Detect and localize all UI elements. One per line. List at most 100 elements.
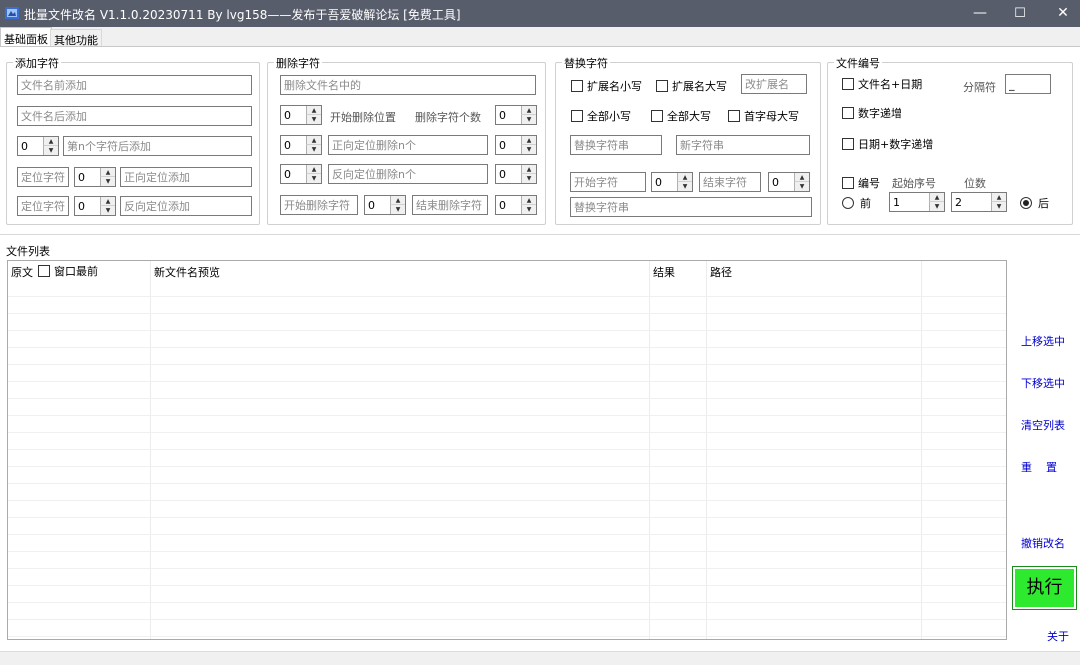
move-up-button[interactable]: 上移选中 <box>1021 333 1065 349</box>
all-lowercase-checkbox[interactable]: 全部小写 <box>571 108 631 124</box>
capitalize-first-checkbox[interactable]: 首字母大写 <box>728 108 799 124</box>
nth-insert-input[interactable] <box>63 136 252 156</box>
file-list-grid[interactable]: 原文 新文件名预览 结果 路径 窗口最前 <box>7 260 1007 640</box>
spinner-up-icon[interactable]: ▲ <box>521 136 536 145</box>
spinner-up-icon[interactable]: ▲ <box>521 196 536 205</box>
delete-text-input[interactable] <box>280 75 536 95</box>
spinner-down-icon[interactable]: ▼ <box>521 145 536 154</box>
spinner-up-icon[interactable]: ▲ <box>794 173 809 182</box>
delete-mid-value[interactable] <box>365 196 389 214</box>
spinner-up-icon[interactable]: ▲ <box>100 197 115 206</box>
column-new-name-preview[interactable]: 新文件名预览 <box>154 264 220 280</box>
column-path[interactable]: 路径 <box>710 264 732 280</box>
spinner-down-icon[interactable]: ▼ <box>521 174 536 183</box>
name-date-checkbox[interactable]: 文件名+日期 <box>842 76 922 92</box>
spinner-up-icon[interactable]: ▲ <box>100 168 115 177</box>
window-topmost-checkbox[interactable]: 窗口最前 <box>38 263 102 278</box>
execute-button[interactable]: 执行 <box>1012 566 1077 610</box>
spinner-up-icon[interactable]: ▲ <box>306 136 321 145</box>
locate-char-input-1[interactable] <box>17 167 69 187</box>
ext-uppercase-checkbox[interactable]: 扩展名大写 <box>656 78 727 94</box>
date-number-increment-checkbox[interactable]: 日期+数字递增 <box>842 136 933 152</box>
spinner-down-icon[interactable]: ▼ <box>521 205 536 214</box>
start-seq-spinner[interactable]: ▲ ▼ <box>889 192 945 212</box>
nth-position-value[interactable] <box>18 137 42 155</box>
spinner-up-icon[interactable]: ▲ <box>306 106 321 115</box>
spinner-down-icon[interactable]: ▼ <box>306 174 321 183</box>
spinner-down-icon[interactable]: ▼ <box>677 182 692 191</box>
tab-basic-panel[interactable]: 基础面板 <box>0 27 52 47</box>
replace-string-input-2[interactable] <box>570 197 812 217</box>
close-button[interactable]: ✕ <box>1040 0 1080 27</box>
spinner-up-icon[interactable]: ▲ <box>43 137 58 146</box>
tab-other-functions[interactable]: 其他功能 <box>50 29 102 47</box>
spinner-down-icon[interactable]: ▼ <box>100 206 115 215</box>
locate-offset-value-1[interactable] <box>75 168 99 186</box>
end-char-input[interactable] <box>699 172 761 192</box>
undo-rename-button[interactable]: 撤销改名 <box>1021 535 1065 551</box>
spinner-down-icon[interactable]: ▼ <box>306 115 321 124</box>
column-result[interactable]: 结果 <box>653 264 675 280</box>
new-string-input[interactable] <box>676 135 810 155</box>
delete-count-value[interactable] <box>496 106 520 124</box>
spinner-up-icon[interactable]: ▲ <box>677 173 692 182</box>
spinner-up-icon[interactable]: ▲ <box>390 196 405 205</box>
forward-delete-n-value[interactable] <box>496 136 520 154</box>
locate-offset-value-2[interactable] <box>75 197 99 215</box>
reverse-delete-n-value[interactable] <box>496 165 520 183</box>
prefix-input[interactable] <box>17 75 252 95</box>
digits-value[interactable] <box>952 193 990 211</box>
start-char-value[interactable] <box>652 173 676 191</box>
spinner-up-icon[interactable]: ▲ <box>306 165 321 174</box>
ext-lowercase-checkbox[interactable]: 扩展名小写 <box>571 78 642 94</box>
spinner-down-icon[interactable]: ▼ <box>521 115 536 124</box>
spinner-down-icon[interactable]: ▼ <box>100 177 115 186</box>
delete-start-value[interactable] <box>281 106 305 124</box>
reverse-delete-n-spinner[interactable]: ▲ ▼ <box>495 164 537 184</box>
nth-position-spinner[interactable]: ▲ ▼ <box>17 136 59 156</box>
forward-delete-input[interactable] <box>328 135 488 155</box>
clear-list-button[interactable]: 清空列表 <box>1021 417 1065 433</box>
suffix-input[interactable] <box>17 106 252 126</box>
end-char-value[interactable] <box>769 173 793 191</box>
maximize-button[interactable]: ☐ <box>997 0 1043 27</box>
delete-count-spinner[interactable]: ▲ ▼ <box>495 105 537 125</box>
delete-end-value[interactable] <box>496 196 520 214</box>
forward-delete-spinner[interactable]: ▲ ▼ <box>280 135 322 155</box>
spinner-down-icon[interactable]: ▼ <box>43 146 58 155</box>
spinner-up-icon[interactable]: ▲ <box>521 106 536 115</box>
delete-end-spinner[interactable]: ▲ ▼ <box>495 195 537 215</box>
locate-offset-spinner-2[interactable]: ▲ ▼ <box>74 196 116 216</box>
separator-input[interactable] <box>1005 74 1051 94</box>
delete-start-spinner[interactable]: ▲ ▼ <box>280 105 322 125</box>
spinner-down-icon[interactable]: ▼ <box>390 205 405 214</box>
spinner-up-icon[interactable]: ▲ <box>991 193 1006 202</box>
number-checkbox[interactable]: 编号 <box>842 175 880 191</box>
spinner-down-icon[interactable]: ▼ <box>306 145 321 154</box>
spinner-up-icon[interactable]: ▲ <box>521 165 536 174</box>
spinner-down-icon[interactable]: ▼ <box>929 202 944 211</box>
position-after-radio[interactable]: 后 <box>1020 195 1049 211</box>
start-char-spinner[interactable]: ▲ ▼ <box>651 172 693 192</box>
move-down-button[interactable]: 下移选中 <box>1021 375 1065 391</box>
reverse-delete-spinner[interactable]: ▲ ▼ <box>280 164 322 184</box>
start-seq-value[interactable] <box>890 193 928 211</box>
reverse-delete-value[interactable] <box>281 165 305 183</box>
digits-spinner[interactable]: ▲ ▼ <box>951 192 1007 212</box>
reverse-insert-input[interactable] <box>120 196 252 216</box>
locate-char-input-2[interactable] <box>17 196 69 216</box>
number-increment-checkbox[interactable]: 数字递增 <box>842 105 902 121</box>
column-original[interactable]: 原文 <box>11 264 33 280</box>
forward-delete-value[interactable] <box>281 136 305 154</box>
spinner-up-icon[interactable]: ▲ <box>929 193 944 202</box>
forward-delete-n-spinner[interactable]: ▲ ▼ <box>495 135 537 155</box>
start-delete-char-input[interactable] <box>280 195 358 215</box>
delete-mid-spinner[interactable]: ▲ ▼ <box>364 195 406 215</box>
replace-string-input[interactable] <box>570 135 662 155</box>
spinner-down-icon[interactable]: ▼ <box>794 182 809 191</box>
end-delete-char-input[interactable] <box>412 195 488 215</box>
position-before-radio[interactable]: 前 <box>842 195 871 211</box>
reset-button[interactable]: 重 置 <box>1021 459 1057 475</box>
forward-insert-input[interactable] <box>120 167 252 187</box>
reverse-delete-input[interactable] <box>328 164 488 184</box>
